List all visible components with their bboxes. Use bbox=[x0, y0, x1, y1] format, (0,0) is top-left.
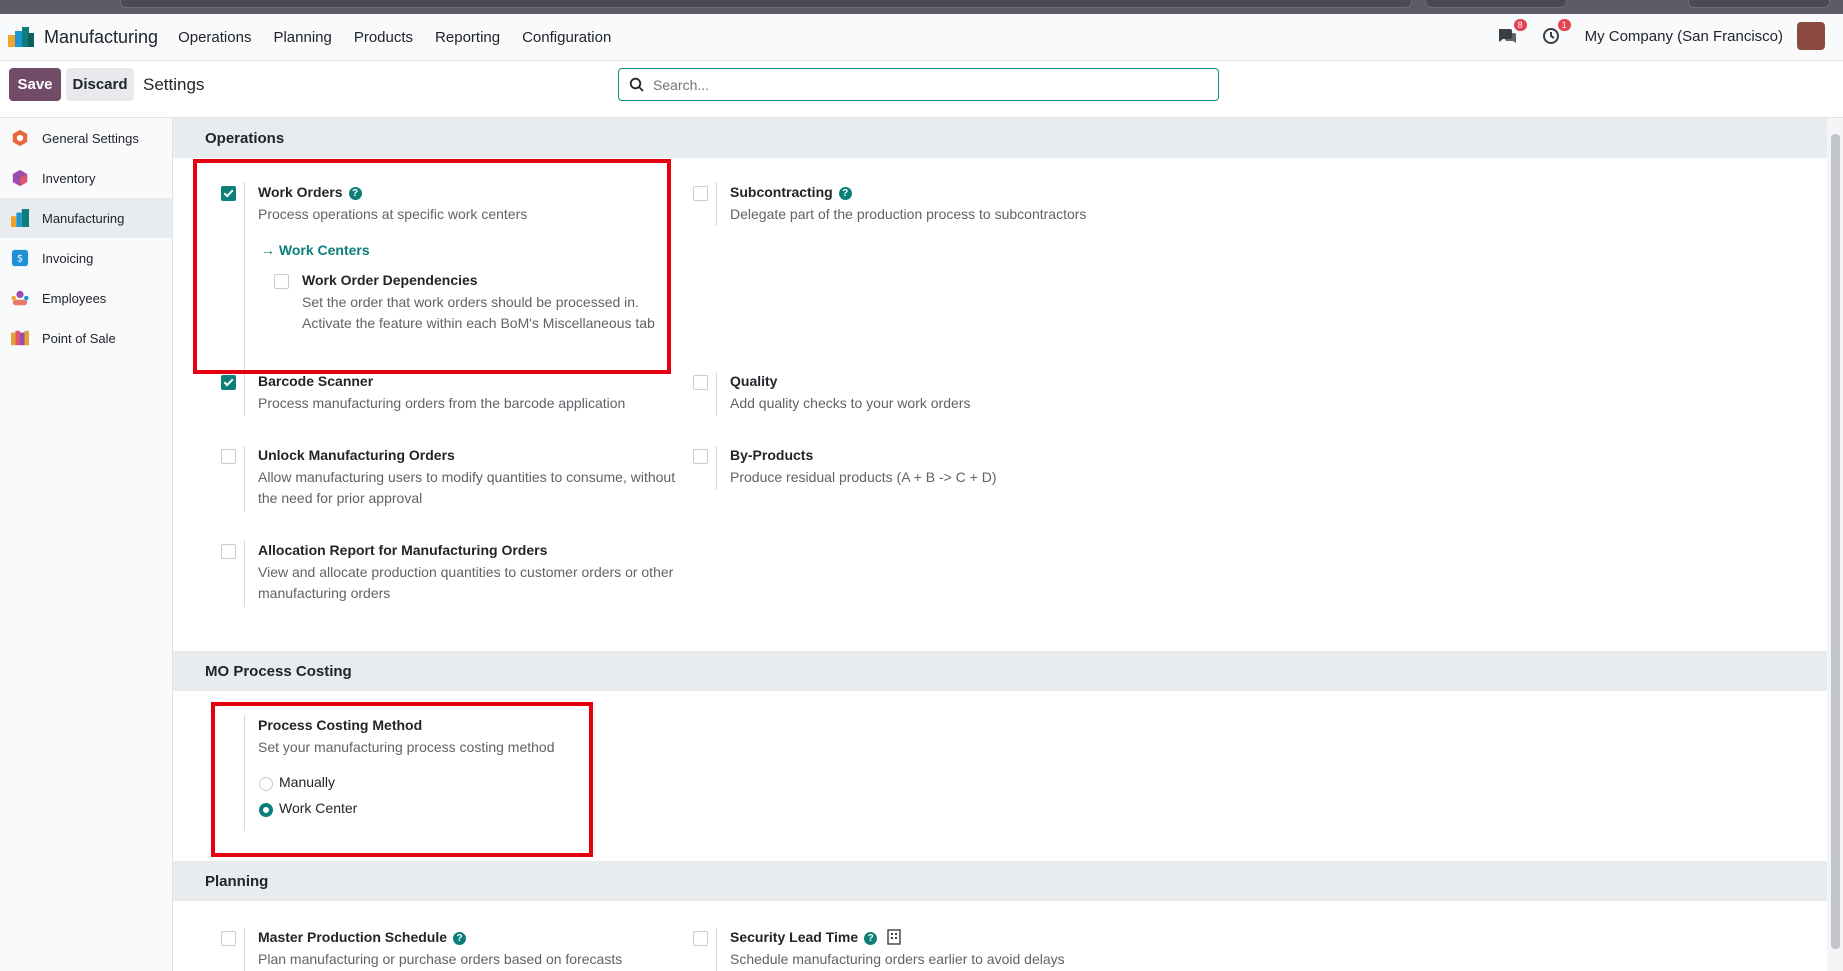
sidebar-item-point-of-sale[interactable]: Point of Sale bbox=[0, 318, 172, 358]
quality-desc: Add quality checks to your work orders bbox=[730, 395, 971, 411]
clock-icon bbox=[1542, 28, 1559, 44]
section-header-mo-process-costing: MO Process Costing bbox=[173, 651, 1827, 691]
navbar-systray: 8 1 My Company (San Francisco) bbox=[1497, 19, 1825, 50]
help-icon[interactable]: ? bbox=[864, 932, 878, 945]
byproducts-title: By-Products bbox=[730, 447, 814, 463]
divider bbox=[244, 372, 245, 416]
chat-icon bbox=[1498, 29, 1516, 43]
sidebar-item-label: Employees bbox=[42, 290, 107, 306]
menu-planning[interactable]: Planning bbox=[273, 29, 331, 46]
unlock-mo-desc: Allow manufacturing users to modify quan… bbox=[258, 469, 676, 506]
search-box[interactable] bbox=[618, 68, 1219, 101]
company-building-icon bbox=[887, 929, 901, 945]
messages-button[interactable]: 8 bbox=[1497, 19, 1527, 47]
help-icon[interactable]: ? bbox=[453, 932, 467, 945]
divider bbox=[716, 446, 717, 490]
unlock-mo-title: Unlock Manufacturing Orders bbox=[258, 447, 455, 463]
sidebar-item-employees[interactable]: Employees bbox=[0, 278, 172, 318]
security-lead-time-checkbox[interactable] bbox=[693, 931, 708, 946]
browser-top-strip bbox=[0, 0, 1843, 14]
divider bbox=[244, 446, 245, 512]
subcontracting-desc: Delegate part of the production process … bbox=[730, 206, 1087, 222]
app-name: Manufacturing bbox=[44, 26, 159, 47]
invoicing-icon: $ bbox=[11, 249, 29, 267]
quality-title: Quality bbox=[730, 373, 778, 389]
section-header-planning: Planning bbox=[173, 861, 1827, 901]
sidebar-item-label: Point of Sale bbox=[42, 330, 116, 346]
page-title: Settings bbox=[143, 75, 205, 94]
quality-checkbox[interactable] bbox=[693, 375, 708, 390]
menu-operations[interactable]: Operations bbox=[178, 29, 251, 46]
main-menu: Operations Planning Products Reporting C… bbox=[178, 29, 633, 46]
browser-tab bbox=[1425, 0, 1567, 8]
sidebar-item-label: Manufacturing bbox=[42, 210, 125, 226]
general-settings-icon bbox=[12, 129, 28, 147]
allocation-report-desc: View and allocate production quantities … bbox=[258, 564, 674, 601]
divider bbox=[716, 928, 717, 971]
search-input[interactable] bbox=[651, 75, 1195, 94]
user-avatar[interactable] bbox=[1797, 22, 1825, 50]
scrollbar-thumb[interactable] bbox=[1831, 134, 1840, 949]
activities-badge: 1 bbox=[1557, 19, 1571, 31]
inventory-icon bbox=[12, 169, 28, 187]
manufacturing-app-icon bbox=[8, 27, 34, 47]
allocation-report-title: Allocation Report for Manufacturing Orde… bbox=[258, 542, 548, 558]
sidebar-item-general-settings[interactable]: General Settings bbox=[0, 118, 172, 158]
settings-content: Operations Work Orders? Process operatio… bbox=[173, 118, 1827, 971]
messages-badge: 8 bbox=[1513, 19, 1527, 31]
menu-reporting[interactable]: Reporting bbox=[435, 29, 500, 46]
sidebar-item-label: Invoicing bbox=[42, 250, 94, 266]
manufacturing-icon bbox=[11, 209, 29, 227]
highlight-box-costing-method bbox=[211, 702, 593, 857]
subcontracting-title-text: Subcontracting bbox=[730, 184, 833, 200]
highlight-box-work-orders bbox=[193, 159, 671, 374]
subcontracting-title: Subcontracting? bbox=[730, 184, 852, 200]
mps-title-text: Master Production Schedule bbox=[258, 929, 448, 945]
menu-configuration[interactable]: Configuration bbox=[522, 29, 611, 46]
divider bbox=[244, 928, 245, 971]
discard-button[interactable]: Discard bbox=[66, 68, 134, 101]
activities-button[interactable]: 1 bbox=[1541, 19, 1571, 47]
sidebar-item-invoicing[interactable]: $ Invoicing bbox=[0, 238, 172, 278]
barcode-scanner-title: Barcode Scanner bbox=[258, 373, 374, 389]
security-lead-time-title: Security Lead Time? bbox=[730, 929, 901, 945]
allocation-report-checkbox[interactable] bbox=[221, 544, 236, 559]
divider bbox=[716, 372, 717, 416]
scrollbar[interactable] bbox=[1827, 118, 1843, 971]
search-icon bbox=[629, 77, 644, 92]
byproducts-checkbox[interactable] bbox=[693, 449, 708, 464]
company-switcher[interactable]: My Company (San Francisco) bbox=[1585, 28, 1783, 45]
mps-desc: Plan manufacturing or purchase orders ba… bbox=[258, 951, 623, 967]
barcode-scanner-desc: Process manufacturing orders from the ba… bbox=[258, 395, 626, 411]
browser-tab-bar bbox=[120, 0, 1412, 8]
menu-products[interactable]: Products bbox=[354, 29, 413, 46]
sidebar-item-label: General Settings bbox=[42, 130, 139, 146]
security-lead-time-title-text: Security Lead Time bbox=[730, 929, 859, 945]
svg-text:$: $ bbox=[17, 254, 23, 265]
subcontracting-checkbox[interactable] bbox=[693, 186, 708, 201]
sidebar-item-label: Inventory bbox=[42, 170, 96, 186]
top-navbar: Manufacturing Operations Planning Produc… bbox=[0, 14, 1843, 61]
sidebar-item-inventory[interactable]: Inventory bbox=[0, 158, 172, 198]
settings-sidebar: General Settings Inventory Manufacturing… bbox=[0, 118, 173, 971]
unlock-mo-checkbox[interactable] bbox=[221, 449, 236, 464]
sidebar-item-manufacturing[interactable]: Manufacturing bbox=[0, 198, 172, 238]
section-header-operations: Operations bbox=[173, 118, 1827, 158]
app-brand[interactable]: Manufacturing bbox=[8, 27, 158, 48]
employees-icon bbox=[11, 290, 29, 306]
divider bbox=[244, 541, 245, 607]
control-panel: Save Discard Settings bbox=[0, 61, 1843, 118]
point-of-sale-icon bbox=[11, 330, 29, 346]
security-lead-time-desc: Schedule manufacturing orders earlier to… bbox=[730, 951, 1065, 967]
divider bbox=[716, 182, 717, 226]
mps-title: Master Production Schedule? bbox=[258, 929, 467, 945]
byproducts-desc: Produce residual products (A + B -> C + … bbox=[730, 469, 997, 485]
save-button[interactable]: Save bbox=[9, 68, 61, 101]
mps-checkbox[interactable] bbox=[221, 931, 236, 946]
browser-tab bbox=[1688, 0, 1830, 8]
help-icon[interactable]: ? bbox=[838, 187, 852, 200]
barcode-scanner-checkbox[interactable] bbox=[221, 375, 236, 390]
